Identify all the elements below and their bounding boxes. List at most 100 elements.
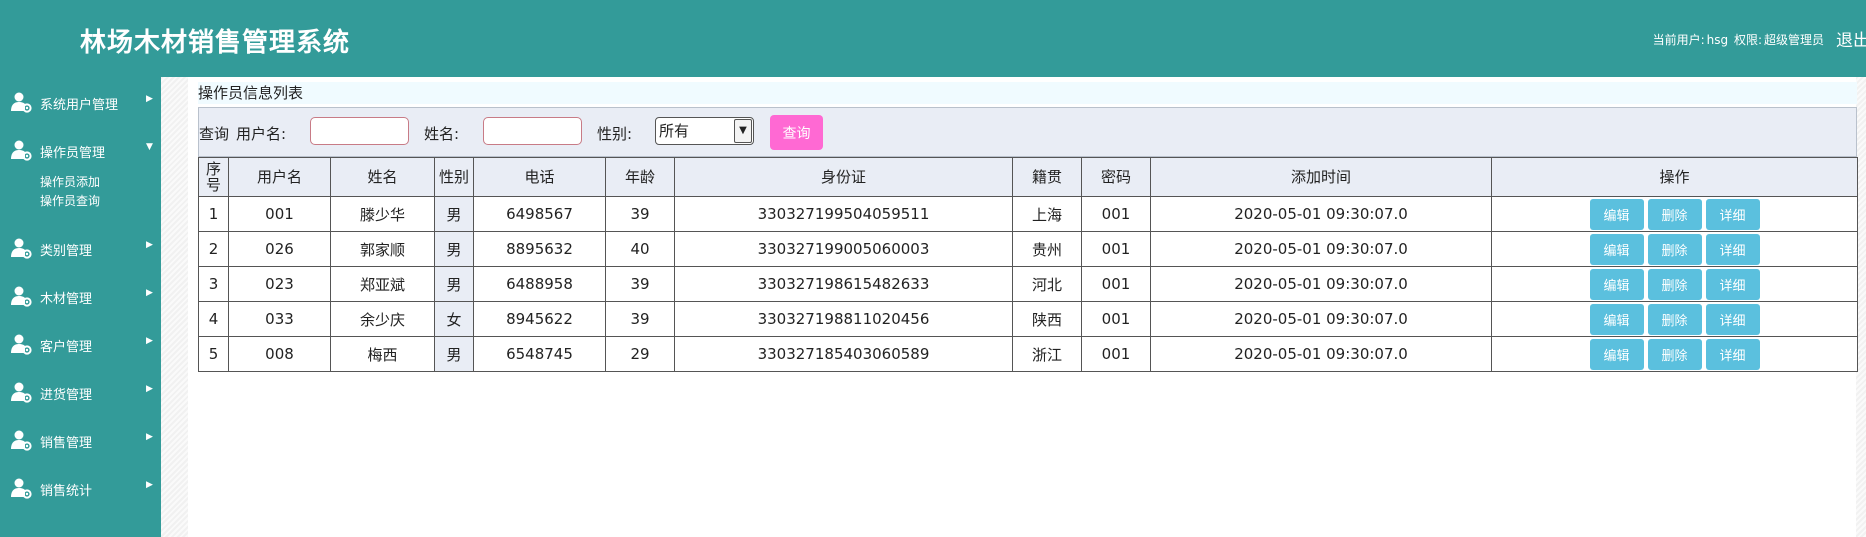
sidebar-item-system-users[interactable]: 系统用户管理 ▶ xyxy=(0,77,161,125)
query-button[interactable]: 查询 xyxy=(770,115,823,150)
delete-button[interactable]: 删除 xyxy=(1647,303,1702,335)
table-row: 4 033 余少庆 女 8945622 39 33032719881102045… xyxy=(198,301,1858,337)
cell-username: 008 xyxy=(228,336,331,372)
cell-username: 033 xyxy=(228,301,331,337)
edit-button[interactable]: 编辑 xyxy=(1589,338,1644,370)
sidebar-item-operators[interactable]: 操作员管理 ▼ xyxy=(0,125,161,173)
user-gear-icon xyxy=(11,238,32,259)
cell-username: 001 xyxy=(228,196,331,232)
col-header-name: 姓名 xyxy=(330,157,435,197)
cell-native-place: 陕西 xyxy=(1012,301,1082,337)
sidebar-item-categories[interactable]: 类别管理 ▶ xyxy=(0,223,161,271)
user-gear-icon xyxy=(11,478,32,499)
cell-add-time: 2020-05-01 09:30:07.0 xyxy=(1150,336,1492,372)
col-header-index: 序号 xyxy=(198,157,229,197)
cell-add-time: 2020-05-01 09:30:07.0 xyxy=(1150,301,1492,337)
col-header-actions: 操作 xyxy=(1491,157,1858,197)
sidebar-item-sales-stats[interactable]: 销售统计 ▶ xyxy=(0,463,161,511)
chevron-right-icon: ▶ xyxy=(146,94,153,104)
cell-username: 026 xyxy=(228,231,331,267)
cell-id-card: 330327199005060003 xyxy=(674,231,1013,267)
delete-button[interactable]: 删除 xyxy=(1647,198,1702,230)
cell-phone: 6498567 xyxy=(473,196,606,232)
sidebar-item-label: 系统用户管理 xyxy=(40,98,119,113)
cell-sex: 男 xyxy=(434,336,474,372)
top-header: 林场木材销售管理系统 当前用户: hsg 权限: 超级管理员 退出 xyxy=(0,0,1866,77)
app-title: 林场木材销售管理系统 xyxy=(80,28,351,58)
table-row: 1 001 滕少华 男 6498567 39 33032719950405951… xyxy=(198,196,1858,232)
edit-button[interactable]: 编辑 xyxy=(1589,303,1644,335)
query-prefix-label: 查询 xyxy=(199,125,230,143)
role-label: 权限: xyxy=(1733,33,1762,47)
cell-phone: 8895632 xyxy=(473,231,606,267)
edit-button[interactable]: 编辑 xyxy=(1589,268,1644,300)
col-header-password: 密码 xyxy=(1081,157,1151,197)
user-gear-icon xyxy=(11,286,32,307)
user-gear-icon xyxy=(11,334,32,355)
cell-name: 郭家顺 xyxy=(330,231,435,267)
detail-button[interactable]: 详细 xyxy=(1705,268,1760,300)
edit-button[interactable]: 编辑 xyxy=(1589,233,1644,265)
sidebar-item-purchasing[interactable]: 进货管理 ▶ xyxy=(0,367,161,415)
sidebar-item-label: 进货管理 xyxy=(40,388,93,403)
name-label: 姓名: xyxy=(424,125,460,143)
detail-button[interactable]: 详细 xyxy=(1705,233,1760,265)
chevron-down-icon: ▼ xyxy=(146,142,153,152)
cell-age: 39 xyxy=(605,266,675,302)
cell-age: 40 xyxy=(605,231,675,267)
col-header-age: 年龄 xyxy=(605,157,675,197)
cell-native-place: 贵州 xyxy=(1012,231,1082,267)
cell-index: 5 xyxy=(198,336,229,372)
sidebar-item-timber[interactable]: 木材管理 ▶ xyxy=(0,271,161,319)
sidebar-item-label: 类别管理 xyxy=(40,244,93,259)
cell-index: 3 xyxy=(198,266,229,302)
cell-index: 4 xyxy=(198,301,229,337)
cell-sex: 男 xyxy=(434,231,474,267)
cell-password: 001 xyxy=(1081,231,1151,267)
logout-link[interactable]: 退出 xyxy=(1836,26,1866,51)
cell-password: 001 xyxy=(1081,301,1151,337)
cell-add-time: 2020-05-01 09:30:07.0 xyxy=(1150,231,1492,267)
sex-label: 性别: xyxy=(597,125,633,143)
cell-add-time: 2020-05-01 09:30:07.0 xyxy=(1150,196,1492,232)
cell-name: 梅西 xyxy=(330,336,435,372)
operators-submenu: 操作员添加 操作员查询 xyxy=(0,173,161,223)
sidebar-subitem-query-operator[interactable]: 操作员查询 xyxy=(40,192,161,211)
sex-select[interactable]: 所有 ▼ xyxy=(655,117,754,145)
chevron-right-icon: ▶ xyxy=(146,288,153,298)
query-bar: 查询 用户名: 姓名: 性别: 所有 ▼ 查询 xyxy=(198,107,1857,157)
detail-button[interactable]: 详细 xyxy=(1705,198,1760,230)
cell-phone: 8945622 xyxy=(473,301,606,337)
table-row: 3 023 郑亚斌 男 6488958 39 33032719861548263… xyxy=(198,266,1858,302)
col-header-phone: 电话 xyxy=(473,157,606,197)
cell-id-card: 330327185403060589 xyxy=(674,336,1013,372)
sidebar-subitem-add-operator[interactable]: 操作员添加 xyxy=(40,173,161,192)
cell-actions: 编辑 删除 详细 xyxy=(1491,266,1858,302)
sidebar-item-label: 操作员管理 xyxy=(40,146,106,161)
col-header-sex: 性别 xyxy=(434,157,474,197)
delete-button[interactable]: 删除 xyxy=(1647,338,1702,370)
sidebar-item-label: 销售管理 xyxy=(40,436,93,451)
page-title: 操作员信息列表 xyxy=(198,82,1857,104)
delete-button[interactable]: 删除 xyxy=(1647,233,1702,265)
cell-sex: 男 xyxy=(434,266,474,302)
delete-button[interactable]: 删除 xyxy=(1647,268,1702,300)
operator-table: 序号 用户名 姓名 性别 电话 年龄 身份证 籍贯 密码 添加时间 操作 1 0… xyxy=(198,157,1858,372)
cell-index: 2 xyxy=(198,231,229,267)
name-input[interactable] xyxy=(483,117,582,145)
cell-actions: 编辑 删除 详细 xyxy=(1491,196,1858,232)
sidebar-item-customers[interactable]: 客户管理 ▶ xyxy=(0,319,161,367)
cell-add-time: 2020-05-01 09:30:07.0 xyxy=(1150,266,1492,302)
username-input[interactable] xyxy=(310,117,409,145)
cell-age: 39 xyxy=(605,301,675,337)
edit-button[interactable]: 编辑 xyxy=(1589,198,1644,230)
detail-button[interactable]: 详细 xyxy=(1705,338,1760,370)
cell-password: 001 xyxy=(1081,266,1151,302)
cell-id-card: 330327198811020456 xyxy=(674,301,1013,337)
cell-id-card: 330327198615482633 xyxy=(674,266,1013,302)
chevron-right-icon: ▶ xyxy=(146,240,153,250)
cell-native-place: 上海 xyxy=(1012,196,1082,232)
table-header-row: 序号 用户名 姓名 性别 电话 年龄 身份证 籍贯 密码 添加时间 操作 xyxy=(198,157,1858,197)
sidebar-item-sales[interactable]: 销售管理 ▶ xyxy=(0,415,161,463)
detail-button[interactable]: 详细 xyxy=(1705,303,1760,335)
